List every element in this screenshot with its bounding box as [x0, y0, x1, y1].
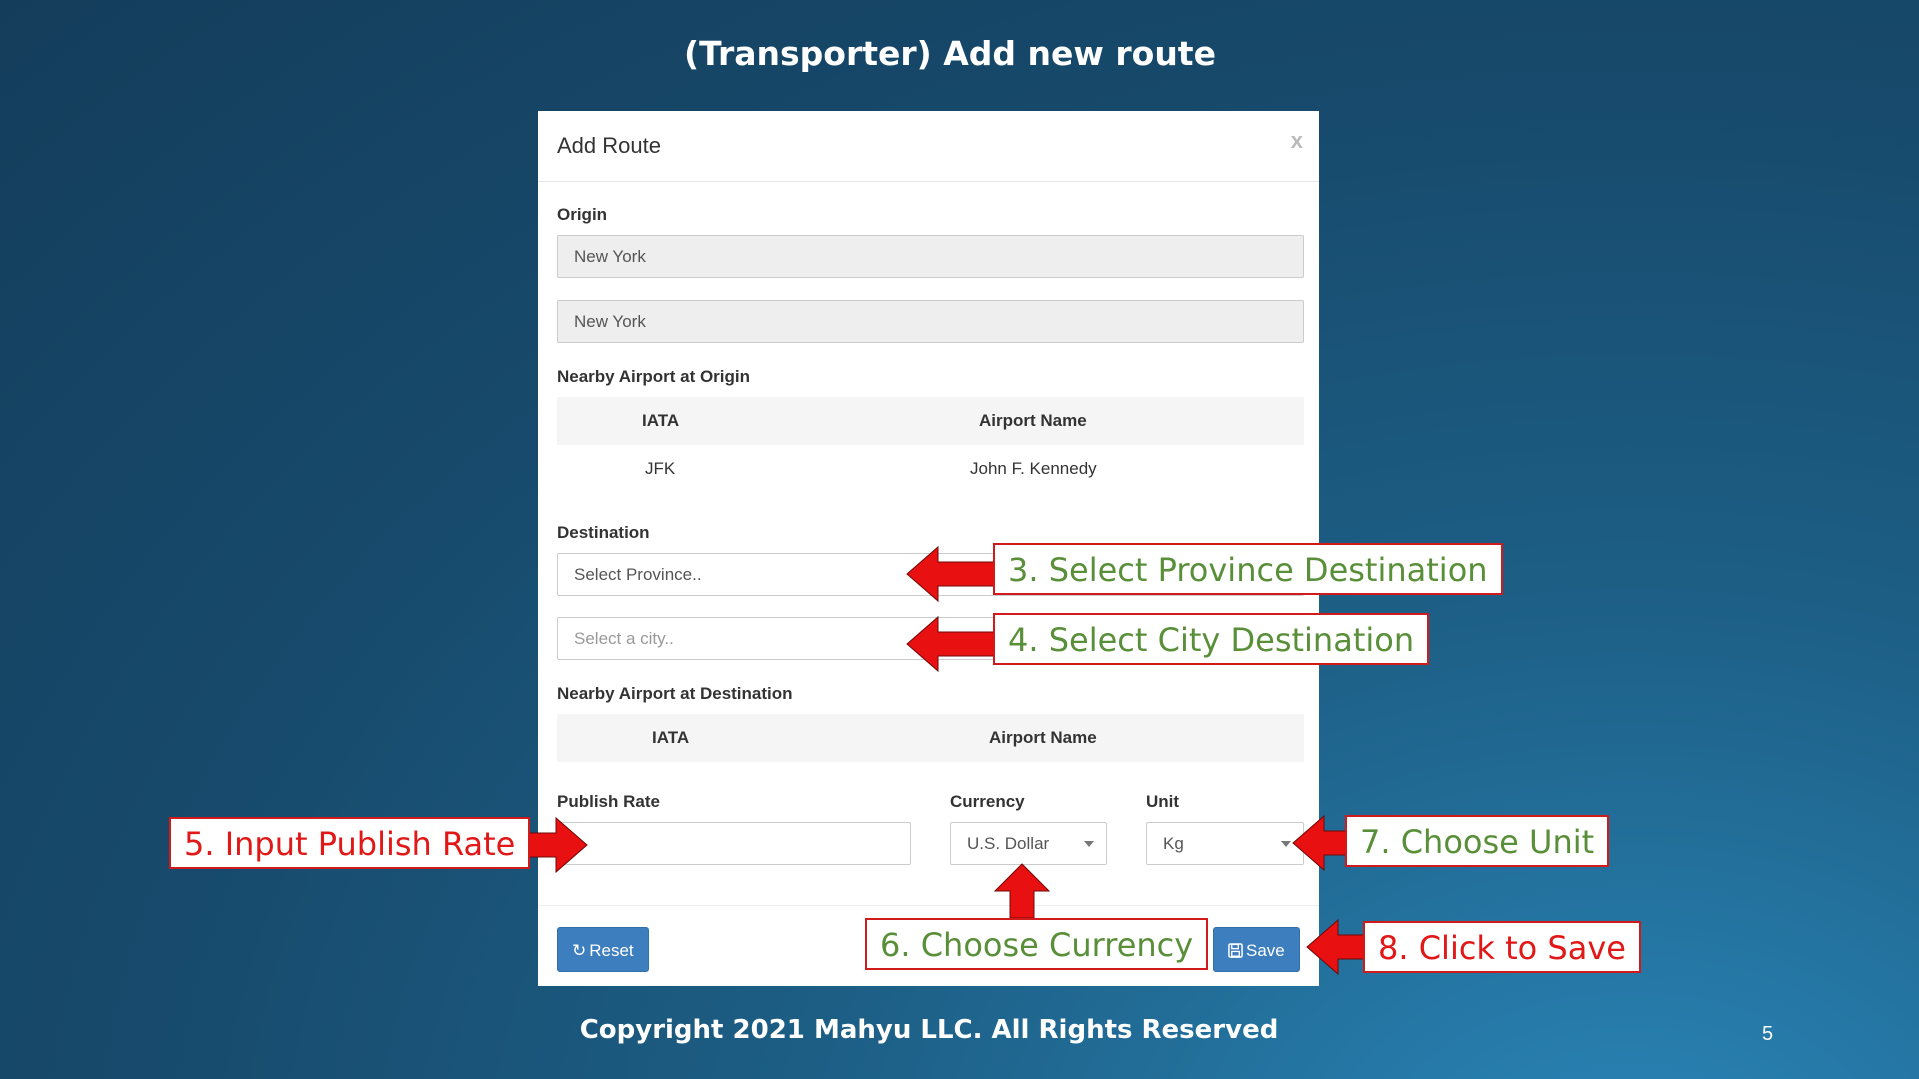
copyright-footer: Copyright 2021 Mahyu LLC. All Rights Res…	[579, 1015, 1279, 1045]
callout-step7: 7. Choose Unit	[1345, 815, 1610, 867]
callout-step6: 6. Choose Currency	[865, 918, 1209, 970]
arrow-step8	[1306, 918, 1365, 976]
arrow-step7	[1292, 814, 1347, 872]
callout-step8: 8. Click to Save	[1363, 921, 1641, 973]
callout-step3: 3. Select Province Destination	[993, 543, 1503, 595]
arrow-step3	[906, 545, 996, 603]
callout-step5: 5. Input Publish Rate	[169, 817, 531, 869]
arrow-step4	[906, 615, 996, 673]
callout-step4: 4. Select City Destination	[993, 613, 1430, 665]
page-number: 5	[1762, 1023, 1774, 1045]
arrow-step6	[993, 863, 1051, 919]
